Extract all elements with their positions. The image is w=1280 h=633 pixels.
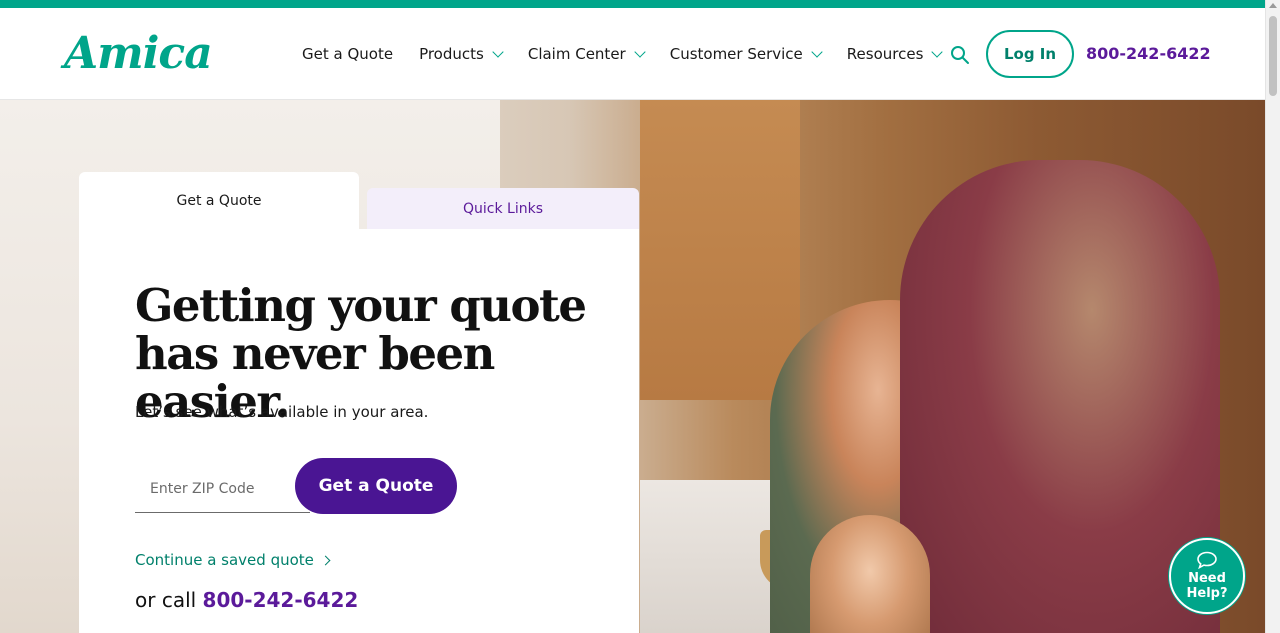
call-prefix: or call bbox=[135, 588, 197, 612]
amica-logo[interactable]: Amica bbox=[64, 28, 213, 80]
need-help-button[interactable]: Need Help? bbox=[1169, 538, 1245, 614]
quote-subtext: Let’s see what’s available in your area. bbox=[135, 403, 429, 421]
search-icon[interactable] bbox=[950, 45, 970, 65]
help-line-1: Need bbox=[1188, 571, 1226, 586]
site-header: Amica Get a Quote Products Claim Center … bbox=[0, 8, 1265, 100]
call-phone-link[interactable]: 800-242-6422 bbox=[203, 588, 359, 612]
chevron-down-icon bbox=[492, 46, 504, 58]
nav-customer-service[interactable]: Customer Service bbox=[669, 45, 823, 63]
continue-saved-quote-link[interactable]: Continue a saved quote bbox=[135, 551, 331, 569]
saved-quote-label: Continue a saved quote bbox=[135, 551, 314, 569]
login-button[interactable]: Log In bbox=[986, 30, 1074, 78]
get-a-quote-button[interactable]: Get a Quote bbox=[295, 458, 457, 514]
chevron-down-icon bbox=[811, 46, 823, 58]
chevron-down-icon bbox=[931, 46, 944, 58]
chevron-right-icon bbox=[320, 555, 331, 565]
header-phone-link[interactable]: 800-242-6422 bbox=[1086, 44, 1211, 63]
zip-code-input[interactable] bbox=[135, 465, 310, 513]
nav-get-a-quote-label: Get a Quote bbox=[302, 45, 394, 63]
chevron-down-icon bbox=[634, 46, 646, 58]
headline-line-1: Getting your quote bbox=[135, 279, 587, 332]
nav-resources-label: Resources bbox=[846, 45, 924, 63]
need-help-label: Need Help? bbox=[1187, 571, 1228, 601]
nav-claim-center-label: Claim Center bbox=[527, 45, 626, 63]
scroll-up-arrow-icon[interactable] bbox=[1269, 3, 1277, 8]
chat-bubble-icon bbox=[1197, 551, 1217, 569]
call-line: or call 800-242-6422 bbox=[135, 588, 358, 612]
tab-quick-links[interactable]: Quick Links bbox=[367, 188, 639, 229]
scrollbar-thumb[interactable] bbox=[1269, 16, 1277, 96]
nav-products[interactable]: Products bbox=[419, 45, 504, 63]
tab-get-a-quote[interactable]: Get a Quote bbox=[79, 172, 359, 232]
nav-products-label: Products bbox=[419, 45, 484, 63]
help-line-2: Help? bbox=[1186, 586, 1228, 601]
nav-claim-center[interactable]: Claim Center bbox=[527, 45, 646, 63]
nav-customer-service-label: Customer Service bbox=[669, 45, 803, 63]
top-accent-bar bbox=[0, 0, 1265, 8]
page-scrollbar[interactable] bbox=[1265, 0, 1280, 633]
nav-resources[interactable]: Resources bbox=[846, 45, 944, 63]
main-nav: Get a Quote Products Claim Center Custom… bbox=[302, 8, 967, 100]
nav-get-a-quote[interactable]: Get a Quote bbox=[302, 45, 393, 63]
